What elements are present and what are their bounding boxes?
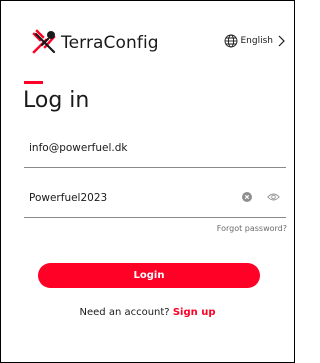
clear-icon[interactable] bbox=[242, 192, 252, 202]
title-accent-bar bbox=[24, 81, 43, 84]
password-field-container bbox=[24, 179, 286, 218]
chevron-right-icon bbox=[278, 35, 285, 47]
brand-name: TerraConfig bbox=[61, 32, 159, 53]
email-field-container bbox=[24, 129, 286, 168]
show-password-eye-icon[interactable] bbox=[267, 192, 280, 202]
app-logo: TerraConfig bbox=[31, 29, 159, 56]
signup-link[interactable]: Sign up bbox=[173, 307, 216, 318]
header: TerraConfig English bbox=[1, 1, 294, 65]
forgot-password-link[interactable]: Forgot password? bbox=[217, 224, 287, 233]
login-button[interactable]: Login bbox=[38, 263, 260, 288]
signup-row: Need an account? Sign up bbox=[1, 307, 294, 318]
terraconfig-logo-icon bbox=[32, 29, 56, 54]
signup-prompt: Need an account? bbox=[79, 307, 170, 318]
email-field[interactable] bbox=[24, 138, 229, 158]
page-title: Log in bbox=[23, 88, 90, 113]
password-field-icons bbox=[242, 192, 280, 202]
globe-icon bbox=[224, 34, 237, 48]
language-label: English bbox=[240, 36, 274, 46]
login-screen: TerraConfig English Log in info@powerfue… bbox=[0, 0, 295, 363]
password-field[interactable] bbox=[24, 188, 229, 208]
language-selector[interactable]: English bbox=[224, 34, 286, 48]
